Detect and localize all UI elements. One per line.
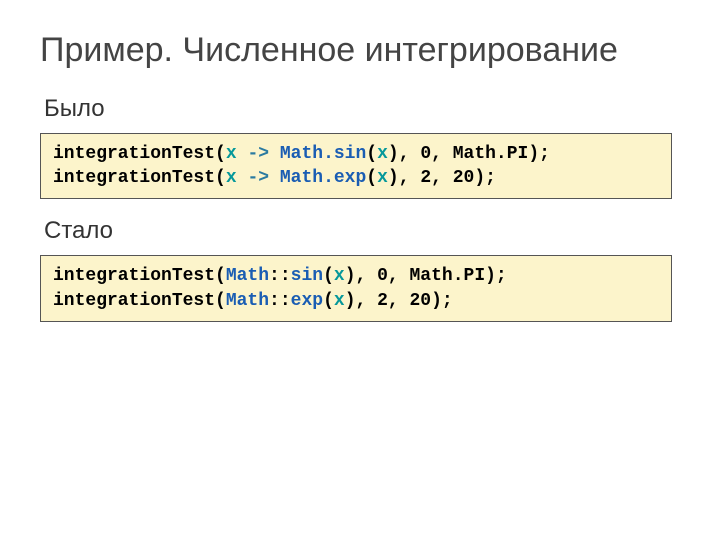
code-line: integrationTest(x -> Math.exp(x), 2, 20)…	[53, 168, 496, 188]
code-text: )	[388, 144, 399, 164]
slide: Пример. Численное интегрирование Было in…	[0, 0, 720, 540]
scope-sep: ::	[269, 291, 291, 311]
arrow-token: ->	[237, 144, 280, 164]
code-line: integrationTest(Math::exp(x), 2, 20);	[53, 291, 453, 311]
code-text: )	[388, 168, 399, 188]
code-text: , 2, 20);	[399, 168, 496, 188]
code-text: integrationTest(	[53, 168, 226, 188]
code-after: integrationTest(Math::sin(x), 0, Math.PI…	[40, 255, 672, 322]
code-text: (	[323, 291, 334, 311]
code-text: integrationTest(	[53, 266, 226, 286]
class-ref: Math	[226, 291, 269, 311]
code-before: integrationTest(x -> Math.sin(x), 0, Mat…	[40, 133, 672, 200]
code-text: (	[366, 168, 377, 188]
code-text: integrationTest(	[53, 291, 226, 311]
code-text: (	[323, 266, 334, 286]
code-text: , 2, 20);	[356, 291, 453, 311]
scope-sep: ::	[269, 266, 291, 286]
param-x: x	[377, 144, 388, 164]
code-text: )	[345, 291, 356, 311]
arrow-token: ->	[237, 168, 280, 188]
method-call: Math.exp	[280, 168, 366, 188]
code-text: )	[345, 266, 356, 286]
param-x: x	[377, 168, 388, 188]
param-x: x	[226, 168, 237, 188]
param-x: x	[334, 266, 345, 286]
section-before-heading: Было	[44, 95, 680, 123]
code-text: (	[366, 144, 377, 164]
method-ref: exp	[291, 291, 323, 311]
code-text: integrationTest(	[53, 144, 226, 164]
section-after-heading: Стало	[44, 217, 680, 245]
method-ref: sin	[291, 266, 323, 286]
code-text: , 0, Math.PI);	[356, 266, 507, 286]
method-call: Math.sin	[280, 144, 366, 164]
param-x: x	[226, 144, 237, 164]
param-x: x	[334, 291, 345, 311]
code-line: integrationTest(Math::sin(x), 0, Math.PI…	[53, 266, 507, 286]
class-ref: Math	[226, 266, 269, 286]
slide-title: Пример. Численное интегрирование	[40, 30, 680, 71]
code-line: integrationTest(x -> Math.sin(x), 0, Mat…	[53, 144, 550, 164]
code-text: , 0, Math.PI);	[399, 144, 550, 164]
